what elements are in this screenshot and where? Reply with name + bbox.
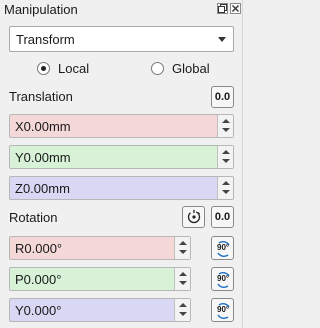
chevron-down-icon — [218, 37, 226, 42]
global-radio[interactable]: Global — [151, 60, 210, 76]
rotate-90-pitch-button[interactable]: 90° — [211, 267, 234, 291]
float-window-icon[interactable] — [217, 3, 228, 14]
title-bar: Manipulation — [0, 0, 243, 20]
arrow-up-icon[interactable] — [222, 150, 230, 154]
arrow-up-icon[interactable] — [179, 241, 187, 245]
rotation-yaw-spinner[interactable] — [174, 299, 190, 321]
arrow-up-icon[interactable] — [222, 119, 230, 123]
local-radio-label: Local — [58, 60, 90, 76]
global-radio-label: Global — [172, 60, 210, 76]
rotation-pitch-spinner[interactable] — [174, 268, 190, 290]
translation-x-spinner[interactable] — [217, 115, 233, 137]
rotation-pitch-field[interactable]: P0.000° — [9, 267, 191, 291]
rotation-roll-spinner[interactable] — [174, 237, 190, 259]
rotation-yaw-value: Y0.000° — [15, 303, 62, 318]
local-radio[interactable]: Local — [37, 60, 89, 76]
translation-x-value: X0.00mm — [15, 119, 71, 134]
mode-dropdown-value: Transform — [16, 32, 75, 47]
rotate-90-yaw-button[interactable]: 90° — [211, 298, 234, 322]
manipulation-panel: Manipulation Transform Local Global Tran… — [0, 0, 243, 328]
arrow-up-icon[interactable] — [179, 303, 187, 307]
translation-y-spinner[interactable] — [217, 146, 233, 168]
translation-reset-button[interactable]: 0.0 — [211, 86, 234, 108]
arrow-down-icon[interactable] — [179, 281, 187, 285]
translation-label: Translation — [9, 89, 73, 104]
translation-z-field[interactable]: Z0.00mm — [9, 176, 234, 200]
arrow-down-icon[interactable] — [222, 190, 230, 194]
pick-rotation-center-icon[interactable] — [182, 206, 205, 228]
arrow-down-icon[interactable] — [222, 159, 230, 163]
arrow-down-icon[interactable] — [179, 312, 187, 316]
radio-selected-dot — [41, 65, 46, 71]
rotation-pitch-value: P0.000° — [15, 272, 62, 287]
rotation-yaw-field[interactable]: Y0.000° — [9, 298, 191, 322]
translation-z-value: Z0.00mm — [15, 181, 70, 196]
rotate-90-roll-button[interactable]: 90° — [211, 236, 234, 260]
panel-title: Manipulation — [4, 2, 78, 17]
close-icon[interactable] — [230, 3, 241, 14]
global-radio-circle[interactable] — [151, 61, 164, 75]
rotation-reset-button[interactable]: 0.0 — [211, 206, 234, 228]
translation-y-field[interactable]: Y0.00mm — [9, 145, 234, 169]
mode-dropdown[interactable]: Transform — [9, 26, 234, 52]
local-radio-circle[interactable] — [37, 61, 50, 75]
arrow-down-icon[interactable] — [179, 250, 187, 254]
translation-x-field[interactable]: X0.00mm — [9, 114, 234, 138]
rotation-label: Rotation — [9, 210, 58, 225]
translation-y-value: Y0.00mm — [15, 150, 71, 165]
arrow-up-icon[interactable] — [222, 181, 230, 185]
rotation-roll-value: R0.000° — [15, 241, 63, 256]
arrow-up-icon[interactable] — [179, 272, 187, 276]
rotation-roll-field[interactable]: R0.000° — [9, 236, 191, 260]
translation-z-spinner[interactable] — [217, 177, 233, 199]
arrow-down-icon[interactable] — [222, 128, 230, 132]
